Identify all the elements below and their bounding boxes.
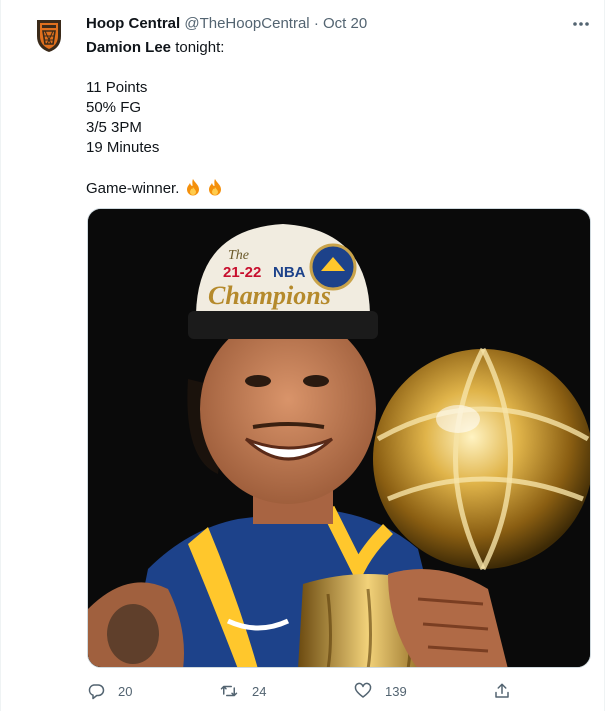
stat-line-points: 11 Points bbox=[86, 79, 148, 96]
cap-text-nba: NBA bbox=[273, 264, 306, 281]
tweet-card[interactable]: Hoop Central @TheHoopCentral · Oct 20 Da… bbox=[0, 0, 605, 711]
author-handle[interactable]: @TheHoopCentral bbox=[184, 15, 309, 32]
closing-line: Game-winner. bbox=[86, 178, 576, 198]
reply-button[interactable]: 20 bbox=[87, 680, 132, 702]
retweet-button[interactable]: 24 bbox=[219, 680, 266, 702]
player-name: Damion Lee bbox=[86, 39, 172, 56]
cap-text-season: 21-22 bbox=[223, 264, 261, 281]
tweet-photo[interactable]: The 21-22 NBA Champions bbox=[87, 208, 591, 668]
stat-line-minutes: 19 Minutes bbox=[86, 139, 160, 156]
share-button[interactable] bbox=[493, 680, 524, 702]
more-options-icon bbox=[573, 22, 589, 26]
tweet-actions: 20 24 139 bbox=[1, 680, 605, 704]
retweet-icon bbox=[220, 685, 238, 697]
player-with-trophy-illustration: The 21-22 NBA Champions bbox=[88, 209, 590, 667]
author-avatar[interactable] bbox=[29, 14, 69, 54]
share-icon bbox=[495, 683, 509, 698]
reply-icon bbox=[88, 684, 105, 700]
author-name[interactable]: Hoop Central bbox=[86, 15, 180, 32]
header-separator: · bbox=[313, 15, 319, 32]
fire-emoji-icon bbox=[186, 179, 199, 196]
tweet-intro-line: Damion Lee tonight: bbox=[86, 38, 576, 58]
heart-icon bbox=[354, 682, 372, 698]
closing-text: Game-winner. bbox=[86, 180, 180, 197]
tweet-header: Hoop Central @TheHoopCentral · Oct 20 bbox=[86, 14, 367, 34]
stat-line-3pm: 3/5 3PM bbox=[86, 119, 142, 136]
fire-emoji-icon bbox=[208, 179, 221, 196]
more-options-button[interactable] bbox=[567, 12, 595, 36]
retweet-count: 24 bbox=[252, 683, 267, 699]
tweet-date[interactable]: Oct 20 bbox=[323, 15, 367, 32]
tweet-text: Damion Lee tonight: 11 Points 50% FG 3/5… bbox=[86, 38, 576, 198]
like-count: 139 bbox=[385, 683, 407, 699]
reply-count: 20 bbox=[118, 683, 133, 699]
cap-text-champions: Champions bbox=[208, 281, 331, 310]
stat-line-fg: 50% FG bbox=[86, 99, 142, 116]
like-button[interactable]: 139 bbox=[354, 680, 407, 702]
intro-rest: tonight: bbox=[171, 39, 225, 56]
hoop-central-logo-icon bbox=[37, 20, 61, 52]
cap-text-the: The bbox=[228, 248, 249, 263]
